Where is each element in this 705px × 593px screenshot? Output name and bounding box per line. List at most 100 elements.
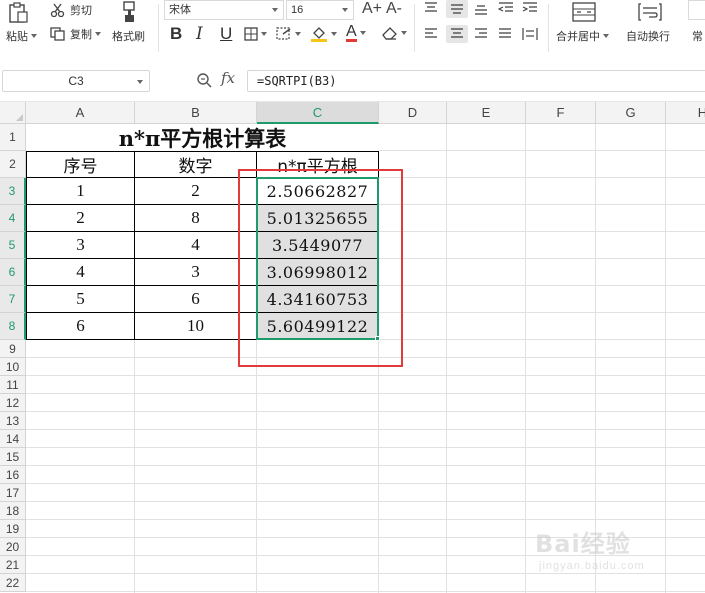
gridline [26, 357, 705, 358]
bold-button[interactable]: B [170, 24, 182, 44]
ribbon-toolbar: 粘贴 剪切 复制 格式刷 宋体 16 A+ A- B I U A 合并居中 自动… [0, 0, 705, 60]
paste-button[interactable]: 粘贴 [6, 28, 37, 44]
sheet-title[interactable]: n*π平方根计算表 [26, 124, 379, 151]
column-header-c[interactable]: C [257, 102, 379, 124]
number-format-select[interactable] [688, 0, 705, 20]
italic-button[interactable]: I [196, 24, 203, 44]
increase-indent-icon[interactable] [522, 2, 538, 15]
borders-button[interactable] [244, 27, 267, 41]
zoom-search-icon[interactable] [196, 72, 212, 88]
cell-style-button[interactable] [276, 27, 301, 41]
align-middle-icon [451, 4, 463, 14]
row-header-8[interactable]: 8 [0, 313, 26, 340]
distributed-align-icon[interactable] [522, 27, 538, 41]
align-left-icon[interactable] [424, 28, 438, 40]
align-middle-button[interactable] [446, 0, 468, 18]
row-header-15[interactable]: 15 [0, 448, 26, 466]
table-cell[interactable]: 3 [26, 232, 135, 259]
row-header-10[interactable]: 10 [0, 358, 26, 376]
row-header-7[interactable]: 7 [0, 286, 26, 313]
formula-input[interactable]: =SQRTPI(B3) [247, 70, 705, 92]
table-header-cell[interactable]: n*π平方根 [257, 151, 379, 178]
table-cell[interactable]: 2 [26, 205, 135, 232]
row-header-4[interactable]: 4 [0, 205, 26, 232]
decrease-indent-icon[interactable] [498, 2, 514, 15]
copy-button[interactable]: 复制 [50, 26, 101, 42]
table-cell[interactable]: 8 [135, 205, 257, 232]
row-header-1[interactable]: 1 [0, 124, 26, 151]
row-header-18[interactable]: 18 [0, 502, 26, 520]
clear-format-button[interactable] [380, 25, 407, 41]
table-cell[interactable]: 5 [26, 286, 135, 313]
watermark-text: Bai经验 [535, 530, 631, 558]
column-header-h[interactable]: H [666, 102, 705, 124]
format-painter-icon[interactable] [120, 0, 142, 24]
column-header-a[interactable]: A [26, 102, 135, 124]
table-cell[interactable]: 2 [135, 178, 257, 205]
row-header-21[interactable]: 21 [0, 556, 26, 574]
select-all-corner[interactable] [0, 102, 26, 124]
wrap-text-icon[interactable] [638, 2, 662, 22]
row-header-6[interactable]: 6 [0, 259, 26, 286]
row-header-2[interactable]: 2 [0, 151, 26, 178]
table-cell[interactable]: 3.5449077 [257, 232, 379, 259]
gridline [26, 393, 705, 394]
column-header-f[interactable]: F [526, 102, 596, 124]
table-cell[interactable]: 4.34160753 [257, 286, 379, 313]
wrap-text-button[interactable]: 自动换行 [626, 28, 670, 44]
row-header-14[interactable]: 14 [0, 430, 26, 448]
table-cell[interactable]: 3.06998012 [257, 259, 379, 286]
font-name-select[interactable]: 宋体 [164, 0, 284, 20]
font-color-button[interactable]: A [346, 24, 366, 42]
table-cell[interactable]: 2.50662827 [257, 178, 379, 205]
row-header-22[interactable]: 22 [0, 574, 26, 592]
align-top-icon[interactable] [424, 2, 438, 14]
table-header-cell[interactable]: 数字 [135, 151, 257, 178]
column-header-b[interactable]: B [135, 102, 257, 124]
column-header-d[interactable]: D [379, 102, 447, 124]
font-size-select[interactable]: 16 [286, 0, 354, 20]
align-center-button[interactable] [446, 25, 468, 43]
underline-button[interactable]: U [220, 24, 232, 44]
merge-center-icon[interactable] [572, 2, 596, 22]
row-header-3[interactable]: 3 [0, 178, 26, 205]
merge-center-button[interactable]: 合并居中 [556, 28, 609, 44]
table-cell[interactable]: 3 [135, 259, 257, 286]
table-cell[interactable]: 6 [135, 286, 257, 313]
row-header-17[interactable]: 17 [0, 484, 26, 502]
format-painter-button[interactable]: 格式刷 [112, 28, 145, 44]
name-box[interactable]: C3 [2, 70, 150, 92]
align-bottom-icon[interactable] [474, 3, 488, 15]
gridline [26, 501, 705, 502]
column-header-g[interactable]: G [596, 102, 666, 124]
fill-handle[interactable] [375, 336, 380, 341]
table-cell[interactable]: 1 [26, 178, 135, 205]
shrink-font-button[interactable]: A- [386, 0, 402, 18]
paste-icon[interactable] [6, 0, 40, 26]
column-header-e[interactable]: E [447, 102, 526, 124]
grow-font-button[interactable]: A+ [362, 0, 382, 18]
row-header-11[interactable]: 11 [0, 376, 26, 394]
table-cell[interactable]: 6 [26, 313, 135, 340]
gridline [446, 124, 447, 593]
insert-function-icon[interactable]: fx [221, 69, 235, 87]
gridline [26, 411, 705, 412]
align-right-icon[interactable] [474, 28, 488, 40]
table-cell[interactable]: 4 [26, 259, 135, 286]
row-header-19[interactable]: 19 [0, 520, 26, 538]
row-header-12[interactable]: 12 [0, 394, 26, 412]
justify-icon[interactable] [498, 28, 512, 40]
row-header-20[interactable]: 20 [0, 538, 26, 556]
table-cell[interactable]: 4 [135, 232, 257, 259]
table-cell[interactable]: 5.60499122 [257, 313, 379, 340]
fill-color-button[interactable] [310, 25, 337, 43]
table-cell[interactable]: 5.01325655 [257, 205, 379, 232]
cut-button[interactable]: 剪切 [50, 2, 92, 18]
row-header-9[interactable]: 9 [0, 340, 26, 358]
table-cell[interactable]: 10 [135, 313, 257, 340]
row-header-13[interactable]: 13 [0, 412, 26, 430]
spreadsheet-grid: A B C D E F G H 1 2 3 4 5 6 7 8 9 10 11 12 13 14 15 16 17 18 19 20 2… [0, 102, 705, 593]
row-header-16[interactable]: 16 [0, 466, 26, 484]
row-header-5[interactable]: 5 [0, 232, 26, 259]
table-header-cell[interactable]: 序号 [26, 151, 135, 178]
